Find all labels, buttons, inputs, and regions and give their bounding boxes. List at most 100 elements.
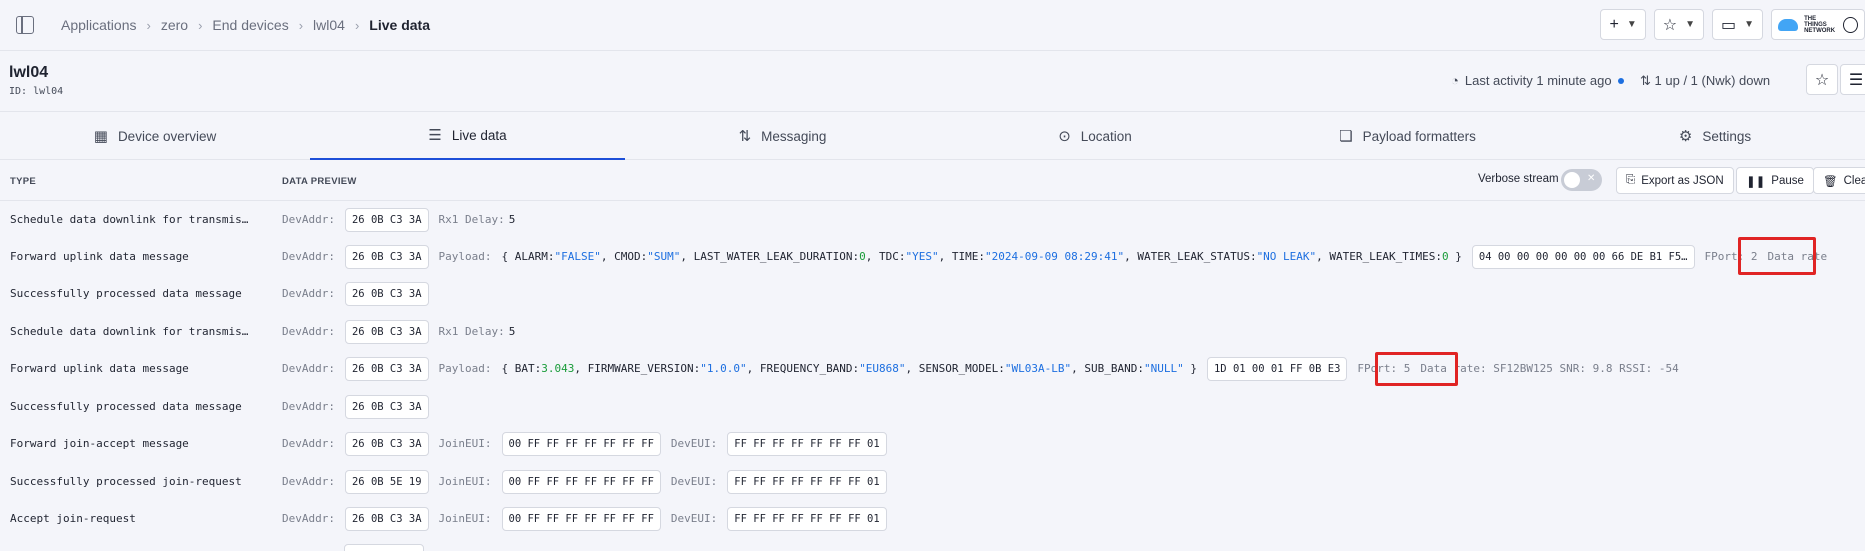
joineui-label: JoinEUI: (438, 437, 492, 450)
event-type: Forward join-accept message (10, 437, 189, 450)
table-row[interactable]: Forward uplink data message DevAddr: 26 … (0, 238, 1865, 275)
export-icon: ⎘ (1626, 174, 1636, 186)
sidebar-toggle-icon[interactable] (16, 16, 34, 34)
last-activity-text: Last activity 1 minute ago (1464, 73, 1612, 88)
event-type: Forward uplink data message (10, 250, 189, 263)
menu-button[interactable]: ☰ (1840, 64, 1865, 95)
add-menu-button[interactable]: + ▼ (1600, 9, 1646, 40)
chevron-right-icon: › (298, 17, 304, 33)
table-row[interactable]: Forward join-accept message DevAddr: 26 … (0, 425, 1865, 462)
code-icon: ❏ (1339, 128, 1353, 145)
devaddr-label: DevAddr: (282, 362, 335, 375)
top-bar: Applications › zero › End devices › lwl0… (0, 0, 1865, 51)
deveui-value[interactable]: FF FF FF FF FF FF FF 01 (727, 506, 887, 531)
devaddr-value[interactable]: 26 0B C3 3A (344, 356, 429, 381)
event-type: Schedule data downlink for transmission (10, 213, 250, 226)
chevron-right-icon: › (146, 17, 151, 33)
export-json-button[interactable]: ⎘ Export as JSON (1616, 167, 1734, 194)
list-icon: ☰ (428, 127, 442, 144)
avatar-icon (1843, 16, 1858, 33)
rx1-delay-value: 5 (508, 213, 516, 226)
raw-payload-value[interactable]: 04 00 00 00 00 00 00 66 DE B1 F5… (1471, 244, 1695, 269)
device-name: lwl04 (9, 64, 49, 81)
verbose-stream-toggle[interactable] (1561, 169, 1602, 191)
rx1-delay-value: 5 (508, 325, 516, 338)
deveui-value[interactable]: FF FF FF FF FF FF FF 01 (727, 469, 887, 494)
joineui-label: JoinEUI: (438, 512, 492, 525)
devaddr-label: DevAddr: (282, 287, 335, 300)
tab-device-overview[interactable]: ▦ Device overview (0, 112, 310, 160)
payload-label: Payload: (438, 250, 492, 263)
devaddr-value-partial (344, 544, 424, 551)
event-type: Successfully processed data message (10, 400, 242, 413)
tab-bar: ▦ Device overview ☰ Live data ⇅ Messaging ⊙… (0, 111, 1865, 160)
tab-location[interactable]: ⊙ Location (940, 112, 1250, 160)
rx1-delay-label: Rx1 Delay: (438, 213, 505, 226)
gear-icon: ⚙ (1678, 128, 1693, 145)
devaddr-label: DevAddr: (282, 250, 335, 263)
table-row[interactable]: Successfully processed join-request DevA… (0, 463, 1865, 500)
breadcrumb: Applications › zero › End devices › lwl0… (61, 17, 430, 33)
breadcrumb-end-devices[interactable]: End devices (212, 17, 288, 33)
grid-icon: ▦ (93, 128, 108, 145)
table-row[interactable]: Successfully processed data message DevA… (0, 275, 1865, 312)
devaddr-value[interactable]: 26 0B C3 3A (344, 431, 429, 456)
devaddr-label: DevAddr: (282, 400, 335, 413)
last-activity: ◔ Last activity 1 minute ago (1451, 73, 1624, 88)
chevron-down-icon: ▼ (1626, 19, 1637, 30)
rx1-delay-label: Rx1 Delay: (438, 325, 505, 338)
device-id: ID: lwl04 (9, 86, 64, 97)
decoded-payload: { ALARM: "FALSE" , CMOD: "SUM" , LAST_WA… (501, 250, 1462, 263)
breadcrumb-applications[interactable]: Applications (61, 17, 137, 33)
pause-button[interactable]: ❚❚ Pause (1736, 167, 1814, 194)
uplink-downlink-count: ⇅ 1 up / 1 (Nwk) down (1640, 73, 1771, 88)
star-button[interactable]: ☆ (1806, 64, 1838, 95)
devaddr-value[interactable]: 26 0B C3 3A (344, 319, 429, 344)
deveui-value[interactable]: FF FF FF FF FF FF FF 01 (727, 431, 887, 456)
breadcrumb-lwl04[interactable]: lwl04 (313, 17, 345, 33)
breadcrumb-zero[interactable]: zero (161, 17, 188, 33)
joineui-value[interactable]: 00 FF FF FF FF FF FF FF (501, 431, 661, 456)
deveui-label: DevEUI: (670, 475, 718, 488)
table-row[interactable]: Successfully processed data message DevA… (0, 388, 1865, 425)
status-dot (1617, 77, 1624, 84)
verbose-stream-label: Verbose stream (1478, 173, 1559, 185)
star-icon: ☆ (1662, 16, 1678, 34)
event-type: Accept join-request (10, 512, 136, 525)
profile-menu-button[interactable]: THE THINGS NETWORK (1771, 9, 1865, 40)
signal-icon: ◔ (1451, 73, 1459, 88)
raw-payload-value[interactable]: 1D 01 00 01 FF 0B E3 (1206, 356, 1348, 381)
devaddr-label: DevAddr: (282, 213, 335, 226)
table-row[interactable]: Schedule data downlink for transmission … (0, 313, 1865, 350)
devaddr-label: DevAddr: (282, 437, 335, 450)
table-row[interactable]: Forward uplink data message DevAddr: 26 … (0, 350, 1865, 387)
inbox-menu-button[interactable]: ▭ ▼ (1711, 9, 1763, 40)
event-type: Schedule data downlink for transmission (10, 325, 250, 338)
column-data-preview: DATA PREVIEW (282, 176, 357, 187)
devaddr-value[interactable]: 26 0B C3 3A (344, 506, 429, 531)
table-row[interactable]: Accept join-request DevAddr: 26 0B C3 3A… (0, 500, 1865, 537)
devaddr-value[interactable]: 26 0B C3 3A (344, 207, 429, 232)
brand-logo-text: THE THINGS NETWORK (1804, 15, 1836, 34)
breadcrumb-current: Live data (369, 17, 430, 33)
chevron-right-icon: › (354, 17, 360, 33)
clear-button[interactable]: 🗑Clear (1813, 167, 1865, 194)
tab-payload-formatters[interactable]: ❏ Payload formatters (1250, 112, 1565, 160)
devaddr-value[interactable]: 26 0B 5E 19 (344, 469, 429, 494)
tab-settings[interactable]: ⚙ Settings (1565, 112, 1865, 160)
bookmarks-menu-button[interactable]: ☆ ▼ (1653, 9, 1704, 40)
chevron-right-icon: › (198, 17, 203, 33)
devaddr-value[interactable]: 26 0B C3 3A (344, 394, 429, 419)
joineui-value[interactable]: 00 FF FF FF FF FF FF FF (501, 469, 661, 494)
trash-icon: 🗑 (1823, 175, 1838, 188)
table-row[interactable]: Schedule data downlink for transmission … (0, 201, 1865, 238)
joineui-value[interactable]: 00 FF FF FF FF FF FF FF (501, 506, 661, 531)
tab-live-data[interactable]: ☰ Live data (310, 112, 625, 160)
deveui-label: DevEUI: (670, 512, 718, 525)
devaddr-value[interactable]: 26 0B C3 3A (344, 244, 429, 269)
pin-icon: ⊙ (1058, 128, 1071, 145)
devaddr-value[interactable]: 26 0B C3 3A (344, 281, 429, 306)
tab-messaging[interactable]: ⇅ Messaging (625, 112, 940, 160)
decoded-payload: { BAT: 3.043 , FIRMWARE_VERSION: "1.0.0"… (501, 362, 1197, 375)
table-header: TYPE DATA PREVIEW Verbose stream ⎘Export… (0, 161, 1865, 201)
